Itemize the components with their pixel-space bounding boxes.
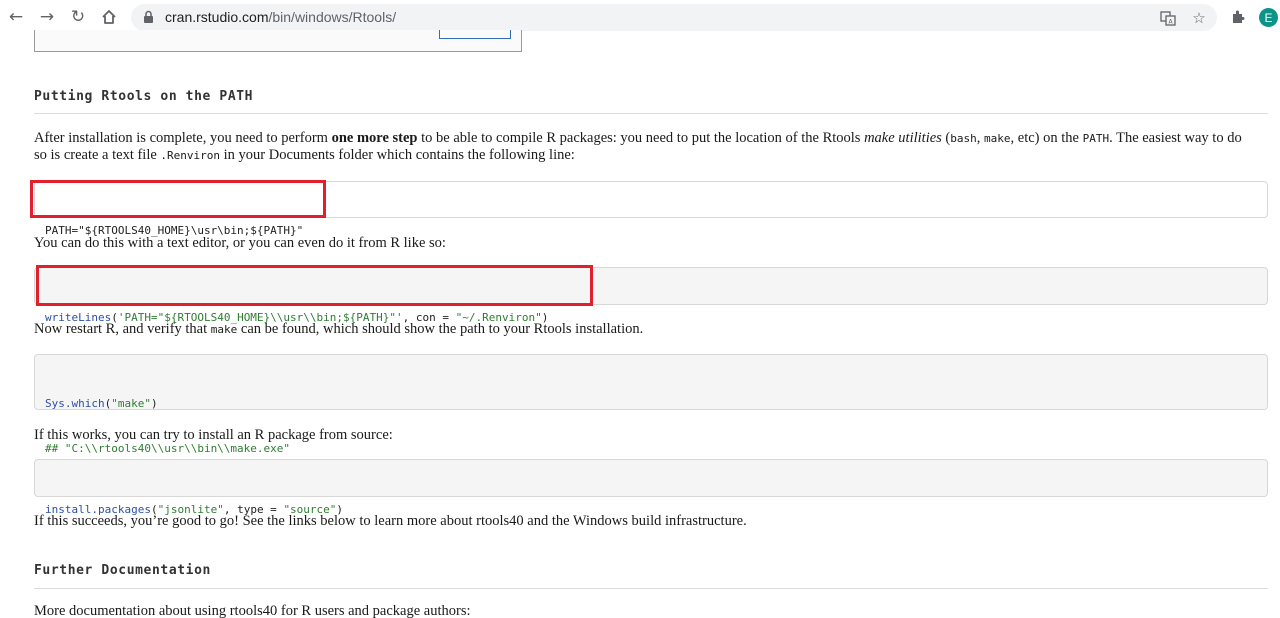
- url-host: cran.rstudio.com: [165, 9, 269, 25]
- extensions-icon[interactable]: [1228, 7, 1248, 27]
- code-line: Sys.which("make"): [45, 396, 1257, 411]
- url-text[interactable]: cran.rstudio.com/bin/windows/Rtools/: [165, 9, 396, 25]
- text-run: (: [941, 130, 951, 146]
- lock-icon[interactable]: [143, 10, 154, 24]
- paragraph-install-source: If this works, you can try to install an…: [34, 427, 393, 443]
- text-run: , etc) on the: [1010, 130, 1083, 146]
- paragraph-success: If this succeeds, you’re good to go! See…: [34, 513, 747, 529]
- section-divider: [34, 588, 1268, 589]
- inline-code: bash: [950, 132, 977, 145]
- section-heading-documentation: Further Documentation: [34, 563, 211, 578]
- section-heading-path: Putting Rtools on the PATH: [34, 89, 254, 104]
- paragraph-text-editor: You can do this with a text editor, or y…: [34, 235, 446, 251]
- profile-avatar[interactable]: E: [1259, 8, 1278, 27]
- code-function: Sys.which: [45, 397, 105, 410]
- translate-icon[interactable]: A: [1158, 8, 1178, 28]
- url-path: /bin/windows/Rtools/: [268, 9, 397, 25]
- bold-text: one more step: [331, 130, 418, 146]
- text-run: ,: [976, 130, 985, 146]
- inline-code: make: [984, 132, 1011, 145]
- section-divider: [34, 113, 1268, 114]
- inline-code: PATH: [1082, 132, 1110, 145]
- partial-image-frame: [34, 30, 522, 52]
- text-run: After installation is complete, you need…: [34, 130, 332, 146]
- red-highlight-box: [30, 180, 326, 218]
- text-run: can be found, which should show the path…: [237, 321, 644, 337]
- code-block-sys-which[interactable]: Sys.which("make") ## "C:\\rtools40\\usr\…: [34, 354, 1268, 455]
- paragraph-more-docs: More documentation about using rtools40 …: [34, 603, 471, 618]
- paragraph-installation: After installation is complete, you need…: [34, 130, 1244, 164]
- text-run: to be able to compile R packages: you ne…: [417, 130, 865, 146]
- back-arrow-icon[interactable]: ←: [5, 6, 27, 28]
- inline-code: make: [210, 323, 238, 336]
- partial-image-element: [439, 30, 511, 39]
- inline-code: .Renviron: [160, 149, 221, 162]
- italic-text: make utilities: [864, 130, 942, 146]
- text-run: Now restart R, and verify that: [34, 321, 211, 337]
- code-string: "make": [111, 397, 151, 410]
- red-highlight-box: [36, 265, 593, 306]
- address-bar[interactable]: cran.rstudio.com/bin/windows/Rtools/ A ☆: [131, 4, 1217, 31]
- code-punct: ): [150, 397, 158, 410]
- text-run: in your Documents folder which contains …: [220, 147, 575, 163]
- code-block-install-packages[interactable]: install.packages("jsonlite", type = "sou…: [34, 459, 1268, 516]
- star-icon[interactable]: ☆: [1189, 8, 1209, 28]
- home-icon[interactable]: [98, 6, 120, 28]
- paragraph-restart: Now restart R, and verify that make can …: [34, 321, 1244, 338]
- forward-arrow-icon[interactable]: →: [36, 6, 58, 28]
- reload-icon[interactable]: ↻: [67, 6, 89, 28]
